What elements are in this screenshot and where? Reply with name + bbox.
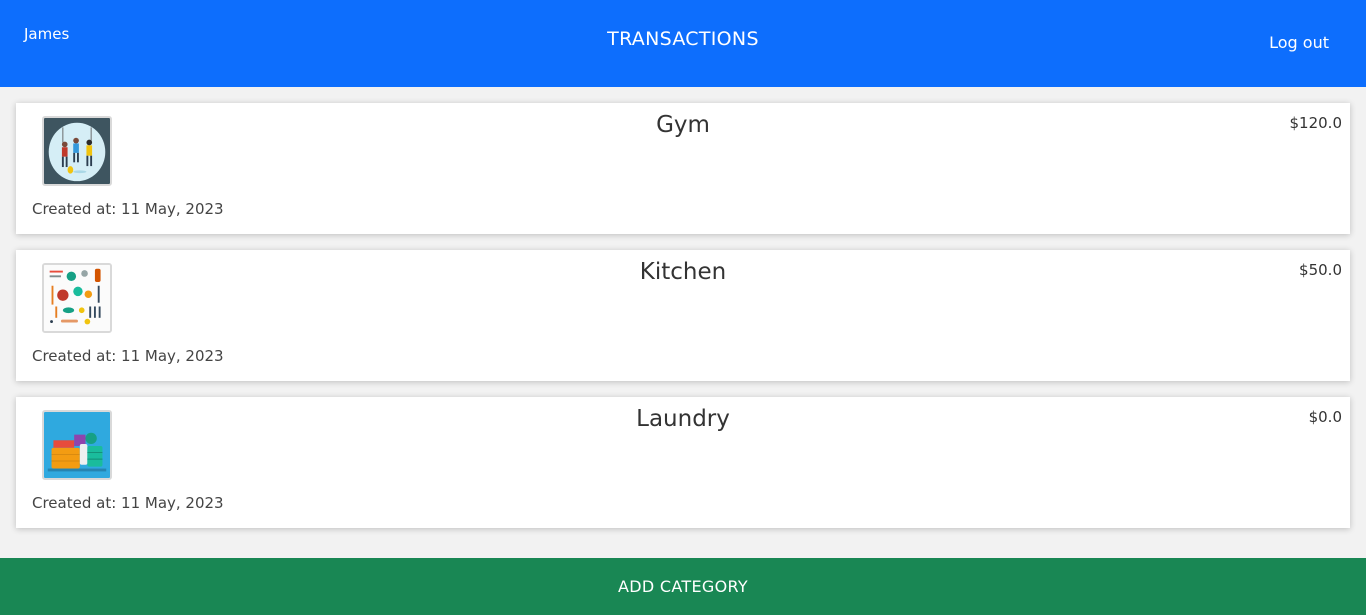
- top-navbar: James TRANSACTIONS Log out: [0, 0, 1366, 87]
- category-card-laundry[interactable]: Laundry $0.0 Created at: 11 May, 2023: [16, 397, 1350, 528]
- category-amount: $0.0: [1308, 408, 1342, 426]
- add-category-button[interactable]: ADD CATEGORY: [0, 558, 1366, 615]
- created-date: Created at: 11 May, 2023: [32, 494, 224, 512]
- logout-link[interactable]: Log out: [1269, 33, 1329, 52]
- category-name: Gym: [656, 112, 710, 138]
- category-name: Laundry: [636, 406, 730, 432]
- category-name: Kitchen: [639, 259, 727, 285]
- page-title: TRANSACTIONS: [607, 28, 759, 50]
- category-card-gym[interactable]: Gym $120.0 Created at: 11 May, 2023: [16, 103, 1350, 234]
- category-amount: $50.0: [1299, 261, 1342, 279]
- category-card-kitchen[interactable]: Kitchen $50.0 Created at: 11 May, 2023: [16, 250, 1350, 381]
- category-amount: $120.0: [1289, 114, 1343, 132]
- created-date: Created at: 11 May, 2023: [32, 200, 224, 218]
- created-date: Created at: 11 May, 2023: [32, 347, 224, 365]
